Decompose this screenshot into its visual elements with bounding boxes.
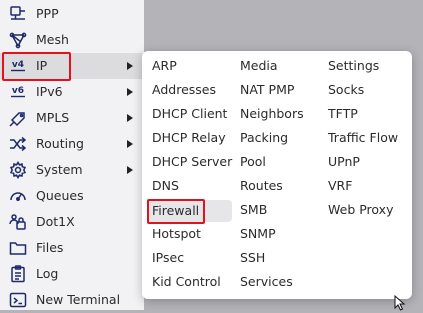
submenu-item-traffic-flow[interactable]: Traffic Flow	[318, 127, 398, 149]
sidebar-item-label: IP	[36, 58, 48, 73]
ip-v6-icon-text: v6	[12, 86, 24, 96]
sidebar-item-ppp[interactable]: PPP	[0, 1, 144, 27]
gear-icon	[9, 161, 27, 179]
sidebar-item-label: Mesh	[36, 32, 69, 47]
submenu-item-socks[interactable]: Socks	[318, 79, 364, 101]
sidebar-item-log[interactable]: Log	[0, 261, 144, 287]
chevron-right-icon	[125, 58, 135, 74]
chevron-right-icon	[125, 84, 135, 100]
sidebar-item-label: Files	[36, 240, 64, 255]
folder-icon	[9, 239, 27, 257]
sidebar-item-mesh[interactable]: Mesh	[0, 27, 144, 53]
submenu-item-smb[interactable]: SMB	[230, 199, 267, 221]
submenu-item-vrf[interactable]: VRF	[318, 175, 352, 197]
submenu-item-dhcp-server[interactable]: DHCP Server	[142, 151, 232, 173]
submenu-item-dhcp-client[interactable]: DHCP Client	[142, 103, 227, 125]
submenu-item-web-proxy[interactable]: Web Proxy	[318, 199, 393, 221]
log-icon	[9, 265, 27, 283]
submenu-item-neighbors[interactable]: Neighbors	[230, 103, 304, 125]
ip-v4-icon: v4	[9, 57, 27, 75]
submenu-item-packing[interactable]: Packing	[230, 127, 288, 149]
sidebar-item-queues[interactable]: Queues	[0, 183, 144, 209]
sidebar-item-label: Log	[36, 266, 59, 281]
submenu-item-dhcp-relay[interactable]: DHCP Relay	[142, 127, 226, 149]
queues-icon	[9, 187, 27, 205]
sidebar-item-new-terminal[interactable]: New Terminal	[0, 287, 144, 313]
sidebar-item-ip[interactable]: v4 IP	[0, 53, 144, 79]
chevron-right-icon	[125, 110, 135, 126]
sidebar-item-dot1x[interactable]: Dot1X	[0, 209, 144, 235]
mesh-icon	[9, 31, 27, 49]
submenu-item-tftp[interactable]: TFTP	[318, 103, 358, 125]
submenu-item-snmp[interactable]: SNMP	[230, 223, 276, 245]
submenu-item-kid-control[interactable]: Kid Control	[142, 271, 221, 293]
ppp-icon	[9, 5, 27, 23]
chevron-right-icon	[125, 162, 135, 178]
submenu-item-ssh[interactable]: SSH	[230, 247, 265, 269]
submenu-item-hotspot[interactable]: Hotspot	[142, 223, 201, 245]
submenu-item-dns[interactable]: DNS	[142, 175, 179, 197]
ip-submenu: ARP Addresses DHCP Client DHCP Relay DHC…	[142, 51, 412, 299]
sidebar-item-label: Dot1X	[36, 214, 75, 229]
chevron-right-icon	[125, 136, 135, 152]
routing-icon	[9, 135, 27, 153]
submenu-item-upnp[interactable]: UPnP	[318, 151, 360, 173]
mpls-icon	[9, 109, 27, 127]
ip-v4-icon-text: v4	[12, 60, 24, 70]
submenu-item-routes[interactable]: Routes	[230, 175, 283, 197]
sidebar-item-routing[interactable]: Routing	[0, 131, 144, 157]
sidebar-item-ipv6[interactable]: v6 IPv6	[0, 79, 144, 105]
submenu-item-nat-pmp[interactable]: NAT PMP	[230, 79, 294, 101]
submenu-item-firewall[interactable]: Firewall	[148, 200, 232, 222]
sidebar-item-system[interactable]: System	[0, 157, 144, 183]
submenu-item-services[interactable]: Services	[230, 271, 293, 293]
submenu-item-ipsec[interactable]: IPsec	[142, 247, 184, 269]
terminal-icon	[9, 291, 27, 309]
sidebar-item-label: New Terminal	[36, 292, 121, 307]
submenu-item-addresses[interactable]: Addresses	[142, 79, 216, 101]
submenu-item-pool[interactable]: Pool	[230, 151, 266, 173]
sidebar-item-label: IPv6	[36, 84, 63, 99]
sidebar-item-mpls[interactable]: MPLS	[0, 105, 144, 131]
submenu-item-settings[interactable]: Settings	[318, 55, 379, 77]
sidebar: PPP Mesh v4 IP v6 IPv6 MPLS Routing Syst…	[0, 0, 144, 310]
sidebar-item-label: System	[36, 162, 83, 177]
sidebar-item-label: Queues	[36, 188, 84, 203]
sidebar-item-label: MPLS	[36, 110, 70, 125]
sidebar-item-label: Routing	[36, 136, 84, 151]
submenu-item-arp[interactable]: ARP	[142, 55, 177, 77]
sidebar-item-files[interactable]: Files	[0, 235, 144, 261]
sidebar-item-label: PPP	[36, 6, 59, 21]
mouse-cursor-icon	[394, 295, 406, 311]
ip-v6-icon: v6	[9, 83, 27, 101]
submenu-item-media[interactable]: Media	[230, 55, 278, 77]
dot1x-icon	[9, 213, 27, 231]
